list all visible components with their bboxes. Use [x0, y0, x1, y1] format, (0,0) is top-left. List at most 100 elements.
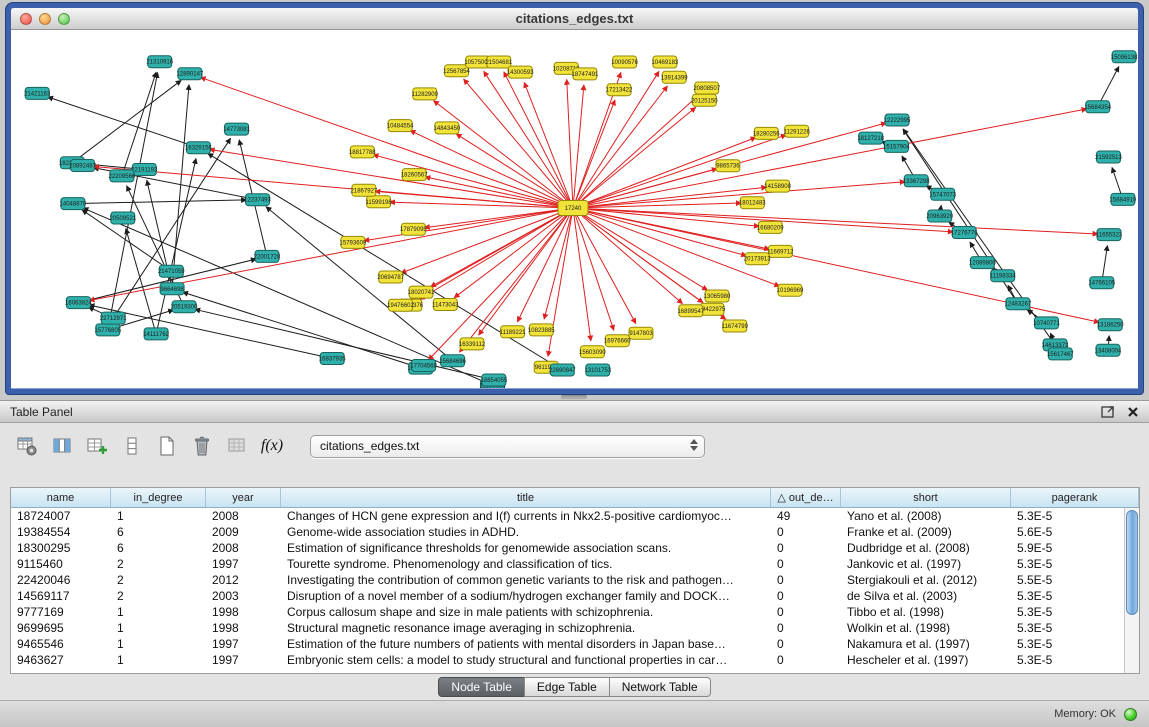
graph-node[interactable]: 10090576 — [611, 56, 638, 68]
graph-node[interactable]: 15157904 — [883, 140, 910, 152]
graph-node[interactable]: 14300593 — [507, 66, 534, 78]
table-row[interactable]: 1456911722003Disruption of a novel membe… — [11, 588, 1124, 604]
graph-node[interactable]: 11599198 — [365, 196, 392, 208]
graph-node[interactable]: 21471059 — [158, 265, 185, 277]
graph-edge[interactable] — [73, 200, 247, 204]
delete-table-button[interactable] — [189, 433, 215, 459]
table-row[interactable]: 969969511998Structural magnetic resonanc… — [11, 620, 1124, 636]
graph-node[interactable]: 20808507 — [693, 82, 720, 94]
table-row[interactable]: 1872400712008Changes of HCN gene express… — [11, 508, 1124, 524]
graph-node[interactable]: 18854055 — [481, 374, 508, 386]
graph-node[interactable]: 21504681 — [485, 56, 512, 68]
graph-edge[interactable] — [573, 208, 708, 290]
graph-edge[interactable] — [573, 109, 1087, 208]
graph-node[interactable]: 20892487 — [69, 160, 96, 172]
graph-node[interactable]: 18127218 — [857, 132, 884, 144]
table-row[interactable]: 1830029562008Estimation of significance … — [11, 540, 1124, 556]
window-titlebar[interactable]: citations_edges.txt — [11, 8, 1138, 30]
graph-node[interactable]: 12089800 — [969, 257, 996, 269]
graph-edge[interactable] — [72, 80, 181, 163]
graph-node[interactable]: 13186250 — [1097, 319, 1124, 331]
show-columns-button[interactable] — [49, 433, 75, 459]
graph-edge[interactable] — [172, 85, 189, 289]
graph-node[interactable]: 11189221 — [500, 326, 526, 338]
graph-edge[interactable] — [573, 208, 780, 286]
graph-node[interactable]: 14111762 — [143, 328, 169, 340]
graph-node[interactable]: 14158908 — [764, 180, 791, 192]
table-panel-titlebar[interactable]: Table Panel — [0, 401, 1149, 423]
graph-edge[interactable] — [573, 100, 615, 208]
graph-node[interactable]: 17213422 — [606, 84, 633, 96]
graph-node[interactable]: 18063824 — [65, 297, 92, 309]
network-canvas[interactable]: 1801248316680209116697122017391310196969… — [11, 30, 1138, 388]
graph-node[interactable]: 15617467 — [1047, 348, 1074, 360]
graph-node[interactable]: 20519300 — [171, 301, 198, 313]
graph-node[interactable]: 19476602 — [387, 299, 414, 311]
graph-node[interactable]: 9147803 — [629, 327, 653, 339]
column-header-year[interactable]: year — [206, 488, 281, 507]
graph-edge[interactable] — [573, 107, 696, 208]
network-graph[interactable]: 1801248316680209116697122017391310196969… — [11, 30, 1138, 388]
graph-node[interactable]: 22209566 — [109, 170, 136, 182]
function-builder-button[interactable]: f(x) — [259, 433, 285, 459]
graph-node[interactable]: 16329156 — [185, 142, 212, 154]
graph-node[interactable]: 12237493 — [244, 194, 271, 206]
graph-node[interactable]: 15884910 — [1110, 193, 1137, 205]
graph-edge[interactable] — [573, 208, 591, 341]
graph-node[interactable]: 14048870 — [60, 198, 87, 210]
close-window-button[interactable] — [20, 13, 32, 25]
graph-node[interactable]: 16976660 — [604, 335, 631, 347]
table-row[interactable]: 2242004622012Investigating the contribut… — [11, 572, 1124, 588]
graph-node[interactable]: 21310916 — [146, 56, 173, 68]
graph-node[interactable]: 18817788 — [349, 146, 376, 158]
graph-node[interactable]: 20125150 — [691, 94, 718, 106]
graph-edge[interactable] — [48, 97, 199, 148]
graph-node[interactable]: 15776805 — [94, 324, 121, 336]
graph-node[interactable]: 11291226 — [784, 125, 811, 137]
graph-node[interactable]: 11655323 — [1096, 229, 1123, 241]
graph-node[interactable]: 20963920 — [926, 210, 953, 222]
graph-edge[interactable] — [195, 309, 494, 380]
graph-node[interactable]: 16899547 — [677, 305, 704, 317]
graph-edge[interactable] — [567, 79, 573, 208]
graph-node[interactable]: 12222995 — [884, 114, 911, 126]
column-header-pagerank[interactable]: pagerank — [1011, 488, 1139, 507]
graph-node[interactable]: 15603090 — [579, 346, 606, 358]
graph-node[interactable]: 18012483 — [739, 197, 766, 209]
graph-node[interactable]: 9865736 — [716, 160, 740, 172]
column-header-out_de[interactable]: △ out_de… — [771, 488, 841, 507]
table-row[interactable]: 977716911998Corpus callosum shape and si… — [11, 604, 1124, 620]
graph-node[interactable]: 13367298 — [903, 175, 930, 187]
table-scrollbar[interactable] — [1124, 508, 1139, 673]
table-row[interactable]: 946362711997Embryonic stem cells: a mode… — [11, 652, 1124, 668]
table-source-combo[interactable]: citations_edges.txt — [310, 435, 705, 458]
merge-table-button[interactable] — [224, 433, 250, 459]
graph-node[interactable]: 15747073 — [929, 188, 956, 200]
new-table-button[interactable] — [154, 433, 180, 459]
graph-node[interactable]: 10469183 — [652, 56, 679, 68]
graph-node[interactable]: 17879095 — [400, 223, 427, 235]
minimize-window-button[interactable] — [39, 13, 51, 25]
graph-edge[interactable] — [573, 85, 584, 208]
graph-edge[interactable] — [126, 229, 156, 334]
table-row[interactable]: 1938455462009Genome-wide association stu… — [11, 524, 1124, 540]
tab-node-table[interactable]: Node Table — [438, 677, 525, 697]
graph-edge[interactable] — [390, 202, 573, 208]
graph-node[interactable]: 10196969 — [777, 284, 804, 296]
graph-node[interactable]: 16339112 — [459, 338, 486, 350]
graph-node[interactable]: 13408004 — [1095, 344, 1122, 356]
graph-node[interactable]: 20173913 — [744, 253, 771, 265]
graph-node[interactable]: 10823885 — [528, 324, 555, 336]
graph-node[interactable]: 14766105 — [1088, 277, 1115, 289]
graph-edge[interactable] — [183, 292, 421, 368]
graph-node[interactable]: 18020741 — [408, 286, 435, 298]
row-options-button[interactable] — [119, 433, 145, 459]
column-header-title[interactable]: title — [281, 488, 771, 507]
graph-node[interactable]: 14773081 — [223, 123, 250, 135]
graph-node[interactable]: 21421163 — [24, 87, 51, 99]
graph-node[interactable]: 21592513 — [1095, 151, 1122, 163]
graph-node[interactable]: 16680209 — [757, 221, 784, 233]
graph-node[interactable]: 12890147 — [177, 68, 204, 80]
graph-node[interactable]: 9664698 — [160, 283, 184, 295]
close-panel-button[interactable] — [1127, 406, 1139, 418]
